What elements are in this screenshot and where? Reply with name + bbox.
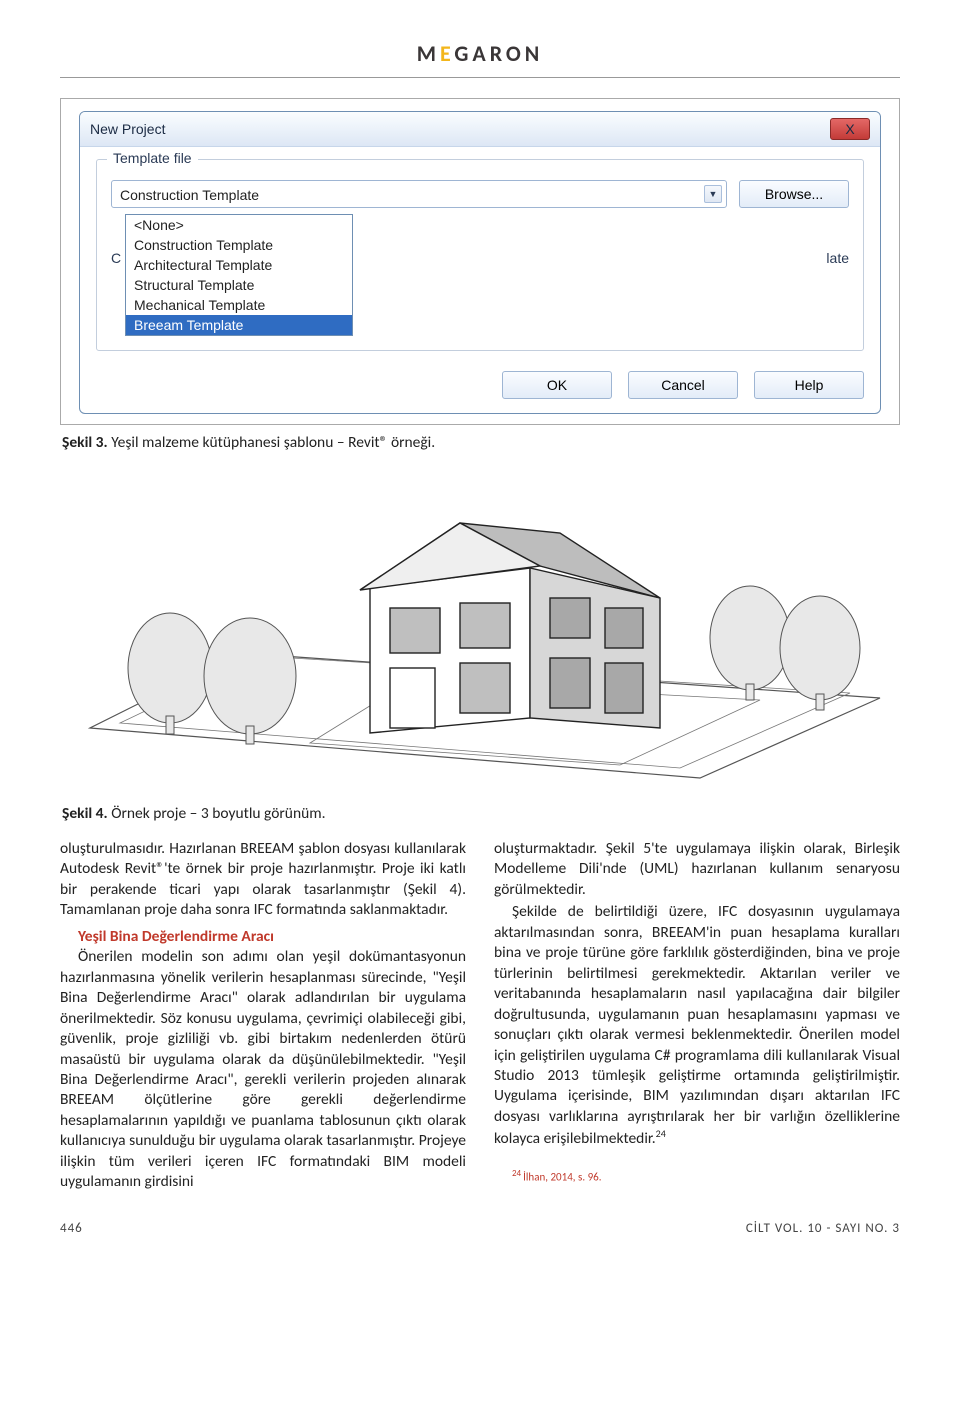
figure-3-frame: New Project X Template file Construction…: [60, 98, 900, 425]
dropdown-item[interactable]: <None>: [126, 215, 352, 235]
brand-pre: M: [417, 40, 440, 67]
page-number: 446: [60, 1221, 83, 1236]
dialog-titlebar: New Project X: [80, 112, 880, 147]
page-footer: 446 CİLT VOL. 10 - SAYI NO. 3: [60, 1221, 900, 1236]
figure-4-caption: Şekil 4. Örnek proje – 3 boyutlu görünüm…: [62, 804, 900, 823]
subsection-heading: Yeşil Bina Değerlendirme Aracı: [78, 927, 466, 947]
dropdown-item[interactable]: Mechanical Template: [126, 295, 352, 315]
dropdown-item[interactable]: Structural Template: [126, 275, 352, 295]
dialog-buttons: OK Cancel Help: [96, 359, 864, 399]
dropdown-item[interactable]: Construction Template: [126, 235, 352, 255]
paragraph: Önerilen modelin son adımı olan yeşil do…: [60, 947, 466, 1192]
footnote-ref: 24: [656, 1127, 666, 1140]
journal-header: MEGARON: [60, 40, 900, 67]
cut-prefix-letter: C: [111, 250, 121, 266]
template-combo[interactable]: Construction Template ▼: [111, 180, 727, 208]
new-project-dialog: New Project X Template file Construction…: [79, 111, 881, 414]
close-button[interactable]: X: [830, 118, 870, 140]
cancel-button[interactable]: Cancel: [628, 371, 738, 399]
browse-button[interactable]: Browse...: [739, 180, 849, 208]
volume-info: CİLT VOL. 10 - SAYI NO. 3: [746, 1221, 900, 1236]
paragraph: oluşturulmasıdır. Hazırlanan BREEAM şabl…: [60, 839, 466, 921]
close-icon: X: [845, 121, 854, 137]
figure-4-3d-house: [60, 468, 900, 798]
brand-post: GARON: [454, 40, 543, 67]
group-label: Template file: [107, 150, 198, 166]
brand-mid: E: [440, 40, 454, 67]
paragraph: oluşturmaktadır. Şekil 5'te uygulamaya i…: [494, 839, 900, 900]
paragraph: Şekilde de belirtildiği üzere, IFC dosya…: [494, 902, 900, 1150]
hint-fragment: late: [826, 250, 849, 266]
template-file-group: Template file Construction Template ▼ Br…: [96, 159, 864, 351]
combo-value: Construction Template: [120, 187, 259, 203]
dropdown-item-selected[interactable]: Breeam Template: [126, 315, 352, 335]
template-dropdown[interactable]: <None> Construction Template Architectur…: [125, 214, 353, 336]
chevron-down-icon[interactable]: ▼: [704, 185, 722, 203]
footnote-24: 24İlhan, 2014, s. 96.: [494, 1168, 900, 1185]
ok-button[interactable]: OK: [502, 371, 612, 399]
body-text: oluşturulmasıdır. Hazırlanan BREEAM şabl…: [60, 839, 900, 1193]
dropdown-item[interactable]: Architectural Template: [126, 255, 352, 275]
help-button[interactable]: Help: [754, 371, 864, 399]
figure-3-caption: Şekil 3. Yeşil malzeme kütüphanesi şablo…: [62, 433, 900, 452]
header-rule: [60, 77, 900, 78]
dialog-title: New Project: [90, 121, 165, 137]
